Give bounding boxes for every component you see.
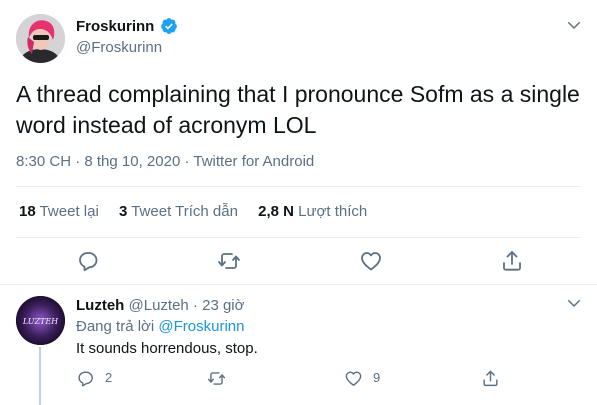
author-avatar-image: [16, 14, 65, 63]
reply-like-button[interactable]: 9: [344, 368, 380, 388]
likes-stat[interactable]: 2,8 N Lượt thích: [258, 203, 367, 220]
tweet-time[interactable]: 8:30 CH: [16, 153, 71, 170]
like-icon[interactable]: [359, 249, 383, 273]
reply-text: It sounds horrendous, stop.: [76, 340, 258, 357]
reply-reply-count: 2: [105, 370, 113, 385]
section-divider: [0, 284, 597, 285]
reply-author-avatar[interactable]: LUZTEH: [16, 296, 65, 345]
replying-to-mention[interactable]: @Froskurinn: [158, 318, 244, 335]
reply-separator: ·: [188, 297, 203, 314]
tweet-meta: 8:30 CH · 8 thg 10, 2020 · Twitter for A…: [16, 152, 314, 172]
retweet-icon: [207, 371, 226, 385]
quote-tweets-stat[interactable]: 3 Tweet Trích dẫn: [119, 203, 238, 220]
retweet-icon[interactable]: [217, 249, 241, 273]
replying-to-label: Đang trả lời: [76, 318, 159, 335]
quotes-label: Tweet Trích dẫn: [131, 203, 238, 220]
share-icon[interactable]: [500, 249, 524, 273]
reply-time[interactable]: 23 giờ: [202, 297, 244, 314]
quotes-count: 3: [118, 203, 128, 220]
author-name[interactable]: Froskurinn: [76, 17, 154, 37]
reply-author-handle[interactable]: @Luzteh: [129, 297, 189, 314]
author-handle[interactable]: @Froskurinn: [76, 38, 162, 58]
share-icon: [483, 370, 498, 386]
divider: [16, 237, 581, 238]
likes-label: Lượt thích: [298, 203, 368, 220]
meta-separator: ·: [71, 153, 85, 170]
reply-more-options-chevron-down-icon[interactable]: [565, 294, 583, 312]
reply-reply-button[interactable]: 2: [76, 368, 112, 388]
reply-avatar-logo-text: LUZTEH: [22, 317, 59, 326]
reply-avatar-image: LUZTEH: [16, 296, 65, 345]
tweet-date[interactable]: 8 thg 10, 2020: [84, 153, 180, 170]
reply-icon[interactable]: [76, 249, 100, 273]
tweet-stats: 18 Tweet lại 3 Tweet Trích dẫn 2,8 N Lượ…: [19, 202, 383, 222]
retweets-label: Tweet lại: [39, 203, 99, 220]
thread-line: [39, 347, 41, 405]
reply-author-name[interactable]: Luzteh: [76, 297, 124, 314]
likes-count: 2,8 N: [258, 203, 294, 220]
tweet-source[interactable]: Twitter for Android: [193, 153, 314, 170]
tweet-text: A thread complaining that I pronounce So…: [16, 81, 580, 138]
author-avatar[interactable]: [16, 14, 65, 63]
reply-share-button[interactable]: [481, 368, 500, 388]
reply-icon: [78, 370, 93, 386]
more-options-chevron-down-icon[interactable]: [565, 16, 583, 34]
tweet-detail-page: Froskurinn @Froskurinn A thread complain…: [0, 0, 597, 405]
retweets-count: 18: [19, 203, 36, 220]
retweets-stat[interactable]: 18 Tweet lại: [19, 203, 99, 220]
like-icon: [345, 370, 362, 386]
replying-to: Đang trả lời @Froskurinn: [76, 317, 244, 337]
reply-header: Luzteh @Luzteh · 23 giờ: [76, 296, 244, 316]
verified-badge-icon: [161, 18, 177, 34]
meta-separator-2: ·: [180, 153, 194, 170]
reply-like-count: 9: [373, 370, 381, 385]
reply-retweet-button[interactable]: [207, 368, 236, 388]
divider: [16, 186, 581, 187]
